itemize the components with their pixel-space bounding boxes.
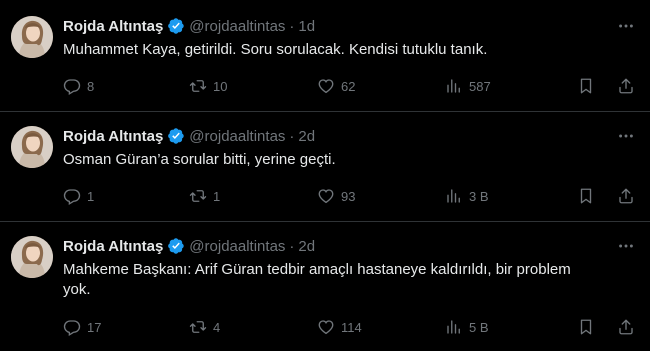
tweet[interactable]: Rojda Altıntaş @rojdaaltintas · 2d Osman… bbox=[0, 112, 650, 222]
author-name[interactable]: Rojda Altıntaş bbox=[63, 128, 163, 145]
like-count: 93 bbox=[341, 188, 356, 204]
views-button[interactable]: 3 B bbox=[445, 186, 489, 206]
verified-badge-icon bbox=[167, 127, 185, 145]
views-count: 5 B bbox=[469, 319, 489, 335]
repost-count: 1 bbox=[213, 188, 221, 204]
reply-button[interactable]: 1 bbox=[63, 186, 94, 206]
avatar[interactable] bbox=[11, 16, 53, 58]
bookmark-button[interactable] bbox=[577, 76, 595, 96]
tweet-actions: 8 10 62 587 bbox=[63, 76, 637, 96]
reply-icon bbox=[63, 77, 81, 95]
author-handle[interactable]: @rojdaaltintas bbox=[189, 238, 285, 255]
tweet-actions: 17 4 114 5 B bbox=[63, 317, 637, 337]
repost-button[interactable]: 1 bbox=[189, 186, 220, 206]
verified-badge-icon bbox=[167, 17, 185, 35]
share-button[interactable] bbox=[617, 76, 635, 96]
repost-count: 10 bbox=[213, 78, 228, 94]
reply-count: 17 bbox=[87, 319, 102, 335]
repost-icon bbox=[189, 187, 207, 205]
repost-count: 4 bbox=[213, 319, 221, 335]
tweet-text: Mahkeme Başkanı: Arif Güran tedbir amaçl… bbox=[63, 261, 571, 298]
more-dots-icon[interactable] bbox=[616, 16, 636, 36]
separator-dot: · bbox=[289, 17, 295, 35]
share-button[interactable] bbox=[617, 317, 635, 337]
heart-icon bbox=[317, 318, 335, 336]
share-icon bbox=[617, 318, 635, 336]
bookmark-button[interactable] bbox=[577, 186, 595, 206]
share-icon bbox=[617, 77, 635, 95]
separator-dot: · bbox=[289, 237, 295, 255]
repost-icon bbox=[189, 77, 207, 95]
more-dots-icon[interactable] bbox=[616, 236, 636, 256]
repost-button[interactable]: 4 bbox=[189, 317, 220, 337]
tweet-text: Muhammet Kaya, getirildi. Soru sorulacak… bbox=[63, 41, 488, 58]
bookmark-icon bbox=[577, 318, 595, 336]
separator-dot: · bbox=[289, 127, 295, 145]
author-name[interactable]: Rojda Altıntaş bbox=[63, 18, 163, 35]
reply-count: 1 bbox=[87, 188, 95, 204]
repost-button[interactable]: 10 bbox=[189, 76, 227, 96]
bookmark-button[interactable] bbox=[577, 317, 595, 337]
views-bar-chart-icon bbox=[445, 77, 463, 95]
like-count: 114 bbox=[341, 319, 362, 335]
tweet-text: Osman Güran’a sorular bitti, yerine geçt… bbox=[63, 151, 336, 168]
tweet-header: Rojda Altıntaş @rojdaaltintas · 2d bbox=[63, 236, 315, 256]
tweet-feed: Rojda Altıntaş @rojdaaltintas · 1d Muham… bbox=[0, 0, 650, 351]
tweet-time[interactable]: 2d bbox=[298, 128, 315, 145]
reply-count: 8 bbox=[87, 78, 95, 94]
author-name[interactable]: Rojda Altıntaş bbox=[63, 238, 163, 255]
tweet-header: Rojda Altıntaş @rojdaaltintas · 2d bbox=[63, 126, 315, 146]
reply-button[interactable]: 17 bbox=[63, 317, 101, 337]
reply-button[interactable]: 8 bbox=[63, 76, 94, 96]
avatar[interactable] bbox=[11, 236, 53, 278]
bookmark-icon bbox=[577, 187, 595, 205]
tweet-time[interactable]: 1d bbox=[298, 18, 315, 35]
tweet-actions: 1 1 93 3 B bbox=[63, 186, 637, 206]
tweet-time[interactable]: 2d bbox=[298, 238, 315, 255]
avatar[interactable] bbox=[11, 126, 53, 168]
tweet[interactable]: Rojda Altıntaş @rojdaaltintas · 2d Mahke… bbox=[0, 222, 650, 351]
heart-icon bbox=[317, 77, 335, 95]
author-handle[interactable]: @rojdaaltintas bbox=[189, 18, 285, 35]
views-bar-chart-icon bbox=[445, 318, 463, 336]
reply-icon bbox=[63, 318, 81, 336]
bookmark-icon bbox=[577, 77, 595, 95]
share-button[interactable] bbox=[617, 186, 635, 206]
views-button[interactable]: 587 bbox=[445, 76, 491, 96]
views-bar-chart-icon bbox=[445, 187, 463, 205]
repost-icon bbox=[189, 318, 207, 336]
reply-icon bbox=[63, 187, 81, 205]
share-icon bbox=[617, 187, 635, 205]
verified-badge-icon bbox=[167, 237, 185, 255]
author-handle[interactable]: @rojdaaltintas bbox=[189, 128, 285, 145]
views-button[interactable]: 5 B bbox=[445, 317, 489, 337]
views-count: 587 bbox=[469, 78, 491, 94]
heart-icon bbox=[317, 187, 335, 205]
like-count: 62 bbox=[341, 78, 356, 94]
views-count: 3 B bbox=[469, 188, 489, 204]
like-button[interactable]: 62 bbox=[317, 76, 355, 96]
like-button[interactable]: 93 bbox=[317, 186, 355, 206]
like-button[interactable]: 114 bbox=[317, 317, 362, 337]
more-dots-icon[interactable] bbox=[616, 126, 636, 146]
tweet-header: Rojda Altıntaş @rojdaaltintas · 1d bbox=[63, 16, 315, 36]
tweet[interactable]: Rojda Altıntaş @rojdaaltintas · 1d Muham… bbox=[0, 0, 650, 112]
